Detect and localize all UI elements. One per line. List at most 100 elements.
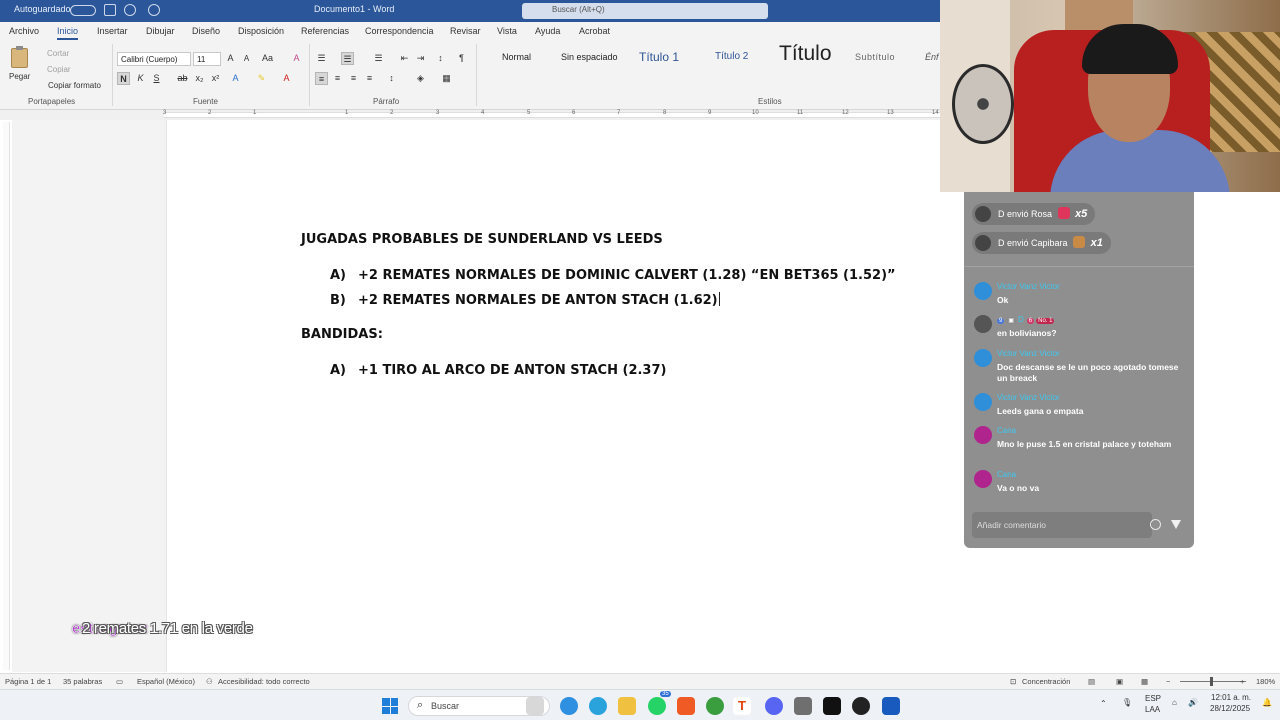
tab-vista[interactable]: Vista (497, 26, 517, 36)
font-color-icon[interactable]: A (280, 72, 293, 85)
t-app-icon[interactable]: T (733, 697, 751, 715)
web-layout-icon[interactable]: ▦ (1141, 677, 1148, 686)
windows-start-icon[interactable] (382, 698, 398, 714)
subscript-icon[interactable]: x₂ (193, 72, 206, 85)
tab-ayuda[interactable]: Ayuda (535, 26, 560, 36)
highlight-icon[interactable]: ✎ (255, 72, 268, 85)
print-layout-icon[interactable]: ▣ (1116, 677, 1123, 686)
zoom-level[interactable]: 180% (1256, 677, 1275, 686)
tab-inicio[interactable]: Inicio (57, 26, 79, 40)
clock-date[interactable]: 28/12/2025 (1210, 704, 1250, 713)
accessibility-status[interactable]: Accesibilidad: todo correcto (218, 677, 310, 686)
chat-username[interactable]: Cana (997, 426, 1016, 435)
avatar[interactable] (974, 470, 992, 488)
zoom-slider-track[interactable] (1180, 681, 1246, 682)
network-icon[interactable]: ⌂ (1172, 698, 1177, 707)
style-titulo-2[interactable]: Título 2 (715, 51, 748, 62)
superscript-icon[interactable]: x² (209, 72, 222, 85)
clear-format-icon[interactable]: A (290, 52, 303, 65)
paste-button[interactable]: Pegar (9, 72, 30, 81)
tab-acrobat[interactable]: Acrobat (579, 26, 610, 36)
notifications-icon[interactable]: 🔔 (1262, 698, 1272, 707)
telegram-icon[interactable] (589, 697, 607, 715)
vertical-ruler[interactable] (3, 122, 10, 670)
shrink-font-icon[interactable]: A (240, 52, 253, 65)
text-effects-icon[interactable]: A (229, 72, 242, 85)
focus-mode-button[interactable]: Concentración (1022, 677, 1070, 686)
page-count[interactable]: Página 1 de 1 (5, 677, 51, 686)
language-bottom[interactable]: LAA (1145, 705, 1160, 714)
change-case-icon[interactable]: Aa (261, 52, 274, 65)
style-sin-espaciado[interactable]: Sin espaciado (561, 52, 618, 62)
tab-referencias[interactable]: Referencias (301, 26, 349, 36)
autosave-toggle[interactable] (70, 5, 96, 16)
justify-icon[interactable]: ≡ (363, 72, 376, 85)
cut-button[interactable]: Cortar (47, 49, 69, 58)
show-marks-icon[interactable]: ¶ (455, 52, 468, 65)
undo-icon[interactable] (124, 4, 136, 16)
tray-chevron-icon[interactable]: ⌃ (1100, 699, 1107, 708)
tab-dibujar[interactable]: Dibujar (146, 26, 175, 36)
tab-diseno[interactable]: Diseño (192, 26, 220, 36)
align-left-icon[interactable]: ≡ (315, 72, 328, 85)
redo-icon[interactable] (148, 4, 160, 16)
clock-time[interactable]: 12:01 a. m. (1211, 693, 1251, 702)
language-indicator[interactable]: Español (México) (137, 677, 195, 686)
style-subtitulo[interactable]: Subtítulo (855, 52, 895, 62)
send-icon[interactable] (1171, 520, 1181, 529)
chat-username[interactable]: Victor Vanz Victor (997, 349, 1060, 358)
avatar[interactable] (974, 393, 992, 411)
file-explorer-icon[interactable] (618, 697, 636, 715)
increase-indent-icon[interactable]: ⇥ (414, 52, 427, 65)
tab-archivo[interactable]: Archivo (9, 26, 39, 36)
zoom-slider-knob[interactable] (1210, 677, 1213, 686)
tab-insertar[interactable]: Insertar (97, 26, 128, 36)
align-right-icon[interactable]: ≡ (347, 72, 360, 85)
proofing-icon[interactable]: ▭ (116, 677, 123, 686)
sort-icon[interactable]: ↕ (434, 52, 447, 65)
widget-icon[interactable] (526, 697, 544, 715)
discord-icon[interactable] (765, 697, 783, 715)
avatar[interactable] (974, 349, 992, 367)
emoji-icon[interactable] (1150, 519, 1161, 530)
calculator-icon[interactable] (794, 697, 812, 715)
multilevel-list-icon[interactable]: ☰ (372, 52, 385, 65)
grow-font-icon[interactable]: A (224, 52, 237, 65)
brave-icon[interactable] (677, 697, 695, 715)
avatar[interactable] (974, 282, 992, 300)
edge-icon[interactable] (560, 697, 578, 715)
volume-icon[interactable]: 🔊 (1188, 698, 1198, 707)
tiktok-icon[interactable] (823, 697, 841, 715)
language-top[interactable]: ESP (1145, 694, 1161, 703)
bold-icon[interactable]: N (117, 72, 130, 85)
read-mode-icon[interactable]: ▤ (1088, 677, 1095, 686)
obs-icon[interactable] (852, 697, 870, 715)
paste-icon[interactable] (11, 46, 28, 68)
numbering-icon[interactable]: ☰ (341, 52, 354, 65)
avatar[interactable] (974, 315, 992, 333)
focus-icon[interactable]: ⊡ (1010, 677, 1016, 686)
underline-icon[interactable]: S (150, 72, 163, 85)
microphone-icon[interactable]: 🎙 (1122, 698, 1132, 707)
italic-icon[interactable]: K (134, 72, 147, 85)
style-titulo-1[interactable]: Título 1 (639, 50, 679, 64)
tab-revisar[interactable]: Revisar (450, 26, 481, 36)
tab-disposicion[interactable]: Disposición (238, 26, 284, 36)
copy-button[interactable]: Copiar (47, 65, 71, 74)
style-titulo[interactable]: Título (779, 42, 832, 66)
horizontal-ruler[interactable]: 3 2 1 1 2 3 4 5 6 7 8 9 10 11 12 13 14 (0, 110, 940, 120)
chat-username[interactable]: D (1018, 315, 1024, 324)
borders-icon[interactable]: ▦ (440, 72, 453, 85)
title-search-box[interactable]: Buscar (Alt+Q) (522, 3, 768, 19)
chat-username[interactable]: Victor Vanz Victor (997, 282, 1060, 291)
chat-comment-input[interactable]: Añadir comentario (972, 512, 1152, 538)
chat-username[interactable]: Victor Vanz Victor (997, 393, 1060, 402)
chat-username[interactable]: Cana (997, 470, 1016, 479)
zoom-in-icon[interactable]: + (1240, 677, 1244, 686)
font-size-combo[interactable]: 11 (193, 52, 221, 66)
tab-correspondencia[interactable]: Correspondencia (365, 26, 434, 36)
zoom-out-icon[interactable]: − (1166, 677, 1170, 686)
font-name-combo[interactable]: Calibri (Cuerpo) (117, 52, 191, 66)
decrease-indent-icon[interactable]: ⇤ (398, 52, 411, 65)
style-enfasis[interactable]: Énf (925, 52, 939, 62)
